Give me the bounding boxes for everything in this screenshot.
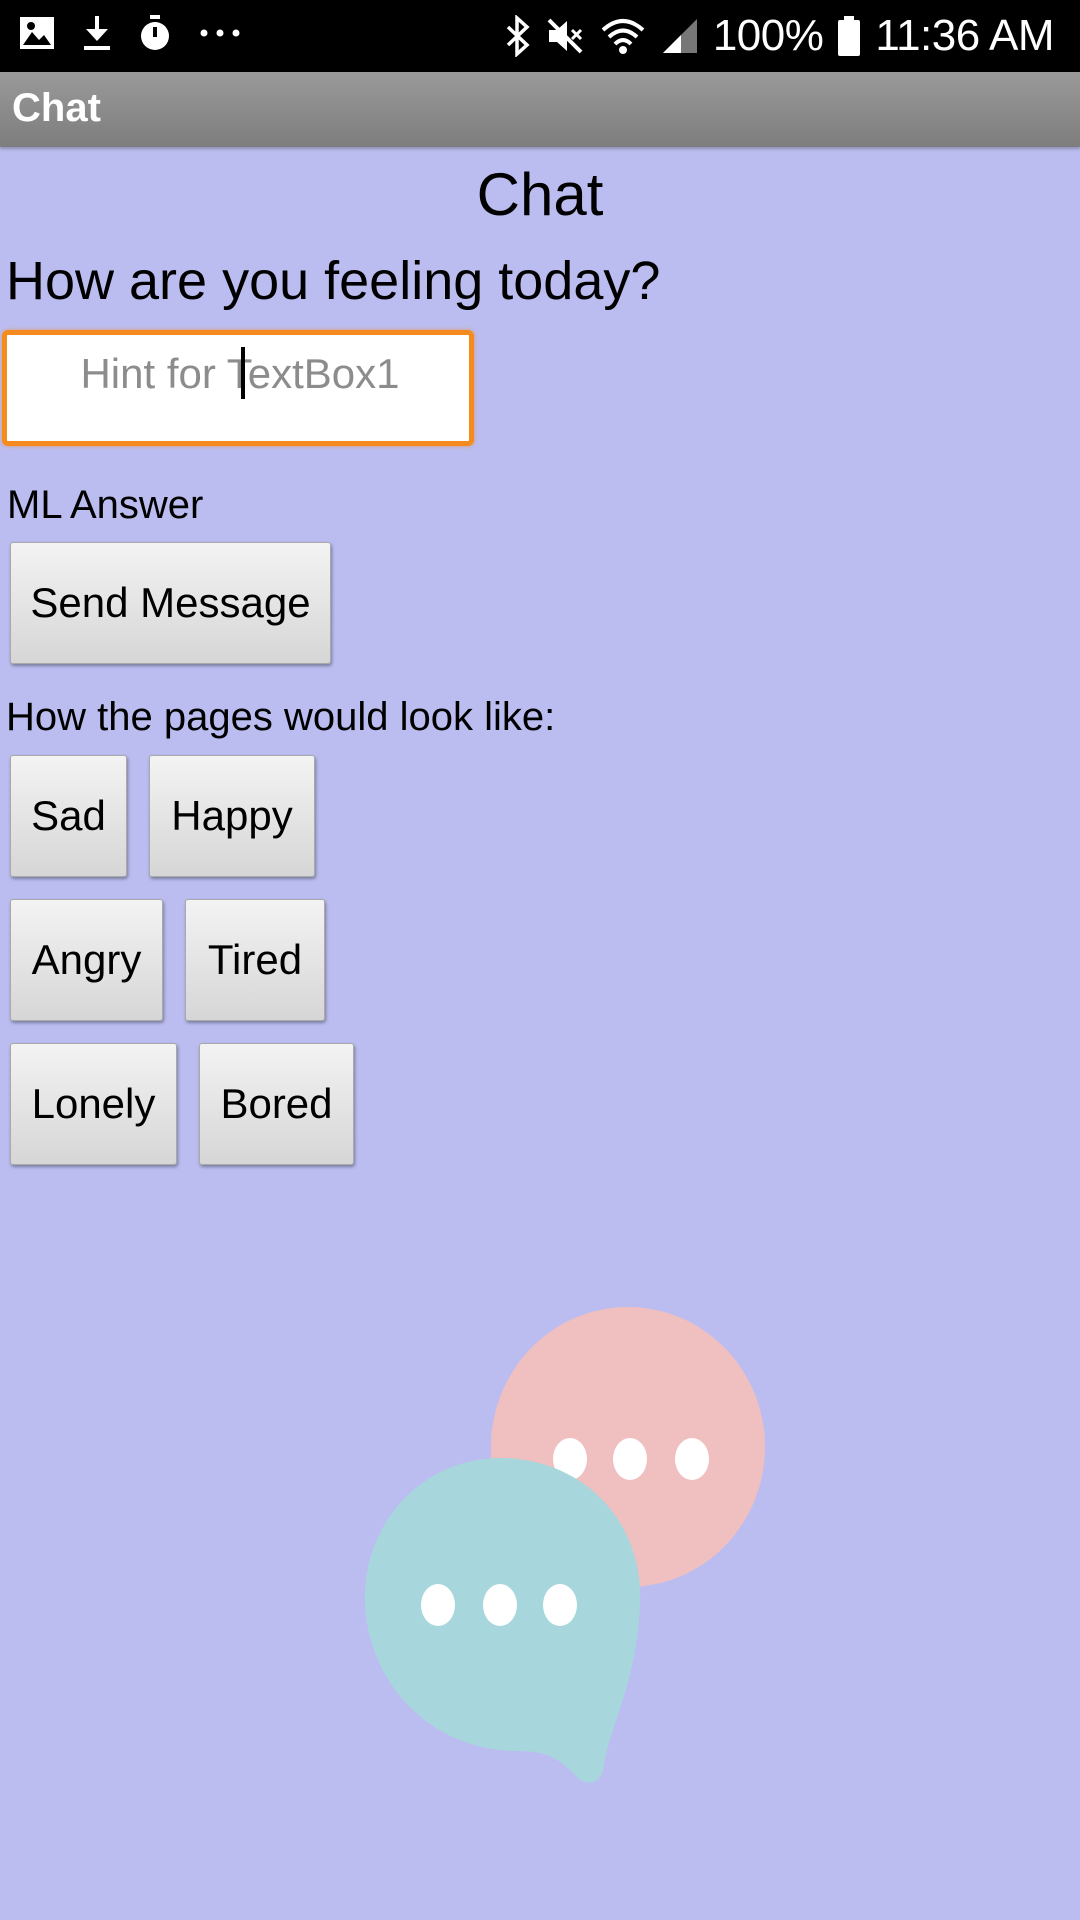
signal-icon: [661, 17, 699, 55]
battery-percent: 100%: [712, 11, 824, 60]
app-title-bar: Chat: [0, 72, 1080, 147]
message-input[interactable]: [7, 343, 473, 405]
mute-icon: [545, 16, 585, 56]
stopwatch-icon: [138, 14, 172, 52]
page-title: Chat: [476, 161, 604, 228]
pages-label: How the pages would look like:: [6, 695, 556, 739]
download-icon: [82, 14, 112, 52]
more-icon: [198, 27, 242, 39]
text-cursor: [241, 347, 245, 399]
sad-button[interactable]: Sad: [10, 755, 127, 877]
image-icon: [18, 15, 56, 51]
status-bar: 100% 11:36 AM: [0, 0, 1080, 72]
message-textbox[interactable]: [2, 330, 474, 446]
wifi-icon: [599, 16, 647, 56]
chat-bubbles-illustration: [360, 1305, 780, 1790]
lonely-button[interactable]: Lonely: [10, 1043, 177, 1165]
teal-chat-bubble-icon: [365, 1458, 641, 1783]
angry-button[interactable]: Angry: [10, 899, 163, 1021]
app-title: Chat: [12, 86, 101, 130]
battery-icon: [837, 15, 861, 57]
clock: 11:36 AM: [875, 11, 1054, 60]
ml-answer-label: ML Answer: [7, 483, 204, 527]
bored-button[interactable]: Bored: [199, 1043, 354, 1165]
tired-button[interactable]: Tired: [185, 899, 325, 1021]
question-label: How are you feeling today?: [6, 251, 661, 311]
happy-button[interactable]: Happy: [149, 755, 315, 877]
send-message-button[interactable]: Send Message: [10, 542, 331, 664]
bluetooth-icon: [505, 15, 531, 57]
